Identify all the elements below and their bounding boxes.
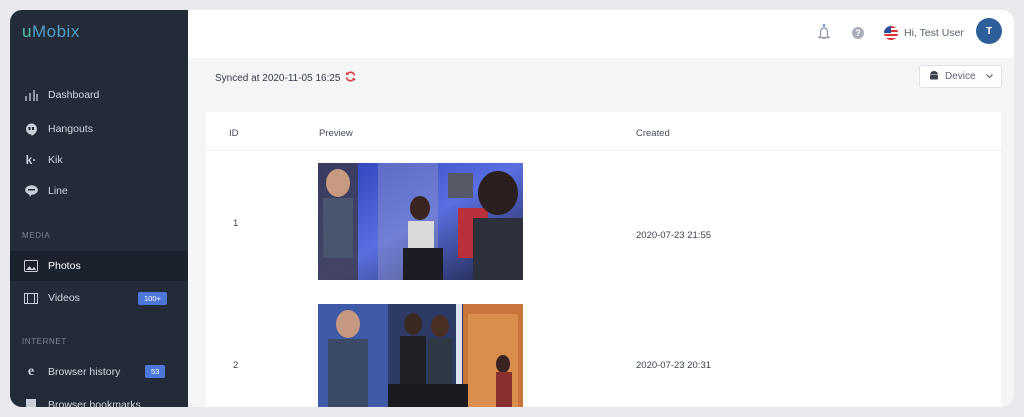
row-id: 2 (233, 360, 239, 371)
browser-icon: e (27, 364, 35, 379)
photos-table: ID Preview Created 1 2020-07-23 21:55 2 … (206, 112, 1001, 407)
row-created: 2020-07-23 21:55 (636, 230, 712, 241)
sidebar-item-label: Videos (48, 292, 80, 304)
bookmark-icon (24, 398, 38, 407)
sidebar-item-browser-history[interactable]: e Browser history 53 (10, 357, 188, 387)
android-icon (929, 70, 939, 84)
top-bar: ? Hi, Test User T (188, 10, 1014, 58)
row-id: 1 (233, 218, 239, 229)
sidebar-item-label: Line (48, 185, 68, 197)
sync-bar: Synced at 2020-11-05 16:25 Device (188, 58, 1014, 96)
hangouts-icon (24, 122, 38, 136)
sidebar-item-label: Browser bookmarks (48, 399, 141, 407)
help-icon[interactable]: ? (852, 27, 864, 39)
device-select-label: Device (945, 71, 976, 82)
sidebar-item-label: Dashboard (48, 89, 100, 101)
row-created: 2020-07-23 20:31 (636, 360, 712, 371)
section-label-media: MEDIA (22, 231, 51, 240)
photos-icon (24, 259, 38, 273)
sidebar-item-kik[interactable]: k· Kik (10, 145, 188, 175)
kik-icon: k· (25, 153, 37, 167)
sidebar: uMobix Dashboard Hangouts k· Kik Line ME… (10, 10, 188, 407)
column-header-preview: Preview (319, 128, 353, 139)
section-label-internet: INTERNET (22, 337, 67, 346)
sync-status: Synced at 2020-11-05 16:25 (215, 71, 356, 85)
bar-chart-icon (24, 88, 38, 102)
device-select[interactable]: Device (919, 65, 1002, 88)
photo-thumbnail[interactable] (318, 304, 523, 407)
app-window: uMobix Dashboard Hangouts k· Kik Line ME… (10, 10, 1014, 407)
user-greeting[interactable]: Hi, Test User (904, 27, 964, 39)
photo-thumbnail[interactable] (318, 163, 523, 280)
sidebar-item-dashboard[interactable]: Dashboard (10, 80, 188, 110)
column-header-id[interactable]: ID (229, 128, 239, 139)
sidebar-item-line[interactable]: Line (10, 176, 188, 206)
sidebar-item-label: Photos (48, 260, 81, 272)
sidebar-item-photos[interactable]: Photos (10, 251, 188, 281)
sidebar-item-label: Browser history (48, 366, 121, 378)
column-header-created[interactable]: Created (636, 128, 670, 139)
chevron-down-icon (985, 71, 993, 82)
count-badge: 53 (145, 365, 166, 378)
film-icon (24, 291, 38, 305)
sidebar-item-label: Kik (48, 154, 63, 166)
us-flag-icon[interactable] (884, 26, 898, 45)
sync-status-text: Synced at 2020-11-05 16:25 (215, 72, 341, 84)
refresh-icon[interactable] (345, 71, 356, 85)
notification-bell-icon[interactable] (817, 24, 831, 45)
sidebar-item-browser-bookmarks[interactable]: Browser bookmarks (10, 390, 188, 407)
sidebar-item-label: Hangouts (48, 123, 93, 135)
header-divider (206, 150, 1001, 151)
line-icon (24, 184, 38, 198)
avatar[interactable]: T (976, 18, 1002, 44)
count-badge: 100+ (138, 292, 167, 305)
sidebar-item-hangouts[interactable]: Hangouts (10, 114, 188, 144)
app-logo[interactable]: uMobix (22, 22, 80, 42)
sidebar-item-videos[interactable]: Videos 100+ (10, 283, 188, 313)
